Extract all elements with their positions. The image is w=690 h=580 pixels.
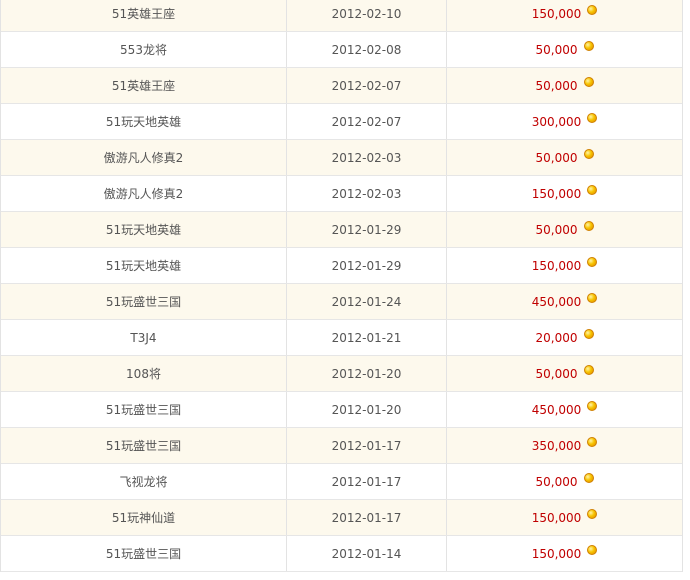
amount: 50,000 bbox=[535, 42, 578, 57]
amount: 150,000 bbox=[531, 186, 582, 201]
amount-cell: 50,000 bbox=[447, 68, 682, 103]
amount: 50,000 bbox=[535, 78, 578, 93]
table-row: 51英雄王座 2012-02-10 150,000 bbox=[1, 0, 682, 32]
amount: 300,000 bbox=[531, 114, 582, 129]
gold-coin-icon bbox=[587, 256, 598, 267]
table-row: 51玩天地英雄 2012-01-29 150,000 bbox=[1, 248, 682, 284]
table-row: 51玩天地英雄 2012-01-29 50,000 bbox=[1, 212, 682, 248]
gold-coin-icon bbox=[583, 364, 594, 375]
date: 2012-02-07 bbox=[287, 104, 447, 139]
gold-coin-icon bbox=[587, 436, 598, 447]
amount: 50,000 bbox=[535, 150, 578, 165]
game-name: 553龙将 bbox=[1, 32, 287, 67]
date: 2012-02-10 bbox=[287, 0, 447, 31]
amount-cell: 450,000 bbox=[447, 284, 682, 319]
amount: 150,000 bbox=[531, 258, 582, 273]
table-row: 51玩盛世三国 2012-01-17 350,000 bbox=[1, 428, 682, 464]
game-name: 傲游凡人修真2 bbox=[1, 140, 287, 175]
table-row: 553龙将 2012-02-08 50,000 bbox=[1, 32, 682, 68]
table-row: 51玩盛世三国 2012-01-20 450,000 bbox=[1, 392, 682, 428]
date: 2012-01-17 bbox=[287, 464, 447, 499]
game-name: 51玩盛世三国 bbox=[1, 428, 287, 463]
amount-cell: 50,000 bbox=[447, 212, 682, 247]
table-row: 51玩盛世三国 2012-01-24 450,000 bbox=[1, 284, 682, 320]
game-name: 51玩盛世三国 bbox=[1, 284, 287, 319]
amount-cell: 50,000 bbox=[447, 464, 682, 499]
date: 2012-02-03 bbox=[287, 176, 447, 211]
date: 2012-02-07 bbox=[287, 68, 447, 103]
amount-cell: 150,000 bbox=[447, 536, 682, 571]
date: 2012-01-29 bbox=[287, 212, 447, 247]
table-row: 51英雄王座 2012-02-07 50,000 bbox=[1, 68, 682, 104]
amount: 450,000 bbox=[531, 402, 582, 417]
game-name: 傲游凡人修真2 bbox=[1, 176, 287, 211]
table-row: 108将 2012-01-20 50,000 bbox=[1, 356, 682, 392]
game-name: 51玩天地英雄 bbox=[1, 212, 287, 247]
game-name: 108将 bbox=[1, 356, 287, 391]
date: 2012-01-20 bbox=[287, 356, 447, 391]
table-row: 51玩神仙道 2012-01-17 150,000 bbox=[1, 500, 682, 536]
gold-coin-icon bbox=[583, 472, 594, 483]
gold-coin-icon bbox=[587, 508, 598, 519]
amount: 20,000 bbox=[535, 330, 578, 345]
date: 2012-01-17 bbox=[287, 500, 447, 535]
amount-cell: 450,000 bbox=[447, 392, 682, 427]
date: 2012-02-03 bbox=[287, 140, 447, 175]
table-row: 51玩盛世三国 2012-01-14 150,000 bbox=[1, 536, 682, 572]
gold-coin-icon bbox=[583, 148, 594, 159]
table-row: 傲游凡人修真2 2012-02-03 50,000 bbox=[1, 140, 682, 176]
date: 2012-01-17 bbox=[287, 428, 447, 463]
game-name: 51英雄王座 bbox=[1, 0, 287, 31]
gold-coin-icon bbox=[587, 544, 598, 555]
table-row: 傲游凡人修真2 2012-02-03 150,000 bbox=[1, 176, 682, 212]
gold-coin-icon bbox=[587, 184, 598, 195]
date: 2012-01-14 bbox=[287, 536, 447, 571]
game-name: 飞视龙将 bbox=[1, 464, 287, 499]
amount: 50,000 bbox=[535, 474, 578, 489]
table-row: 飞视龙将 2012-01-17 50,000 bbox=[1, 464, 682, 500]
date: 2012-01-20 bbox=[287, 392, 447, 427]
date: 2012-01-24 bbox=[287, 284, 447, 319]
date: 2012-02-08 bbox=[287, 32, 447, 67]
amount: 50,000 bbox=[535, 366, 578, 381]
amount: 150,000 bbox=[531, 546, 582, 561]
gold-coin-icon bbox=[583, 220, 594, 231]
amount-cell: 350,000 bbox=[447, 428, 682, 463]
amount: 450,000 bbox=[531, 294, 582, 309]
game-name: 51玩神仙道 bbox=[1, 500, 287, 535]
amount-cell: 150,000 bbox=[447, 176, 682, 211]
game-name: 51玩盛世三国 bbox=[1, 392, 287, 427]
gold-coin-icon bbox=[587, 292, 598, 303]
game-name: 51英雄王座 bbox=[1, 68, 287, 103]
records-table: 51英雄王座 2012-02-10 150,000 553龙将 2012-02-… bbox=[0, 0, 683, 572]
amount: 150,000 bbox=[531, 6, 582, 21]
gold-coin-icon bbox=[587, 112, 598, 123]
amount: 50,000 bbox=[535, 222, 578, 237]
game-name: 51玩天地英雄 bbox=[1, 104, 287, 139]
amount-cell: 300,000 bbox=[447, 104, 682, 139]
amount-cell: 150,000 bbox=[447, 248, 682, 283]
amount-cell: 20,000 bbox=[447, 320, 682, 355]
gold-coin-icon bbox=[587, 400, 598, 411]
amount-cell: 150,000 bbox=[447, 500, 682, 535]
game-name: 51玩盛世三国 bbox=[1, 536, 287, 571]
amount-cell: 50,000 bbox=[447, 356, 682, 391]
gold-coin-icon bbox=[583, 328, 594, 339]
amount: 350,000 bbox=[531, 438, 582, 453]
amount-cell: 50,000 bbox=[447, 140, 682, 175]
game-name: 51玩天地英雄 bbox=[1, 248, 287, 283]
amount: 150,000 bbox=[531, 510, 582, 525]
table-row: T3J4 2012-01-21 20,000 bbox=[1, 320, 682, 356]
amount-cell: 150,000 bbox=[447, 0, 682, 31]
gold-coin-icon bbox=[583, 40, 594, 51]
gold-coin-icon bbox=[583, 76, 594, 87]
date: 2012-01-29 bbox=[287, 248, 447, 283]
gold-coin-icon bbox=[587, 4, 598, 15]
game-name: T3J4 bbox=[1, 320, 287, 355]
amount-cell: 50,000 bbox=[447, 32, 682, 67]
table-row: 51玩天地英雄 2012-02-07 300,000 bbox=[1, 104, 682, 140]
date: 2012-01-21 bbox=[287, 320, 447, 355]
